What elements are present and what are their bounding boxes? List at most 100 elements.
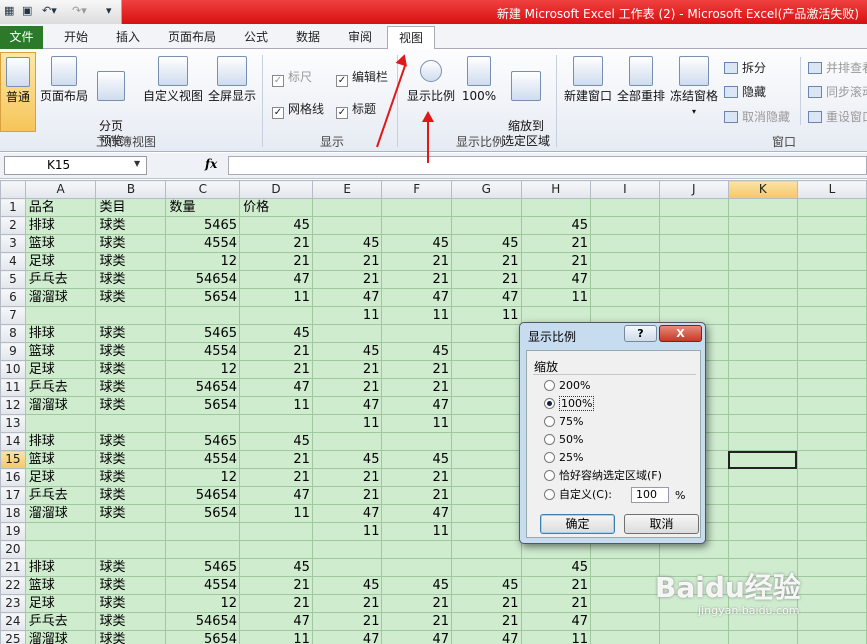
- cell[interactable]: 排球: [24, 558, 97, 577]
- cell[interactable]: 溜溜球: [24, 396, 97, 415]
- cell[interactable]: [796, 612, 867, 631]
- arrange-all-button[interactable]: 全部重排: [615, 56, 667, 104]
- cell[interactable]: [24, 414, 97, 433]
- cell[interactable]: 47: [239, 612, 313, 631]
- cell[interactable]: [727, 540, 798, 559]
- cell[interactable]: 4554: [165, 234, 241, 253]
- cell[interactable]: 球类: [95, 432, 167, 451]
- row-header[interactable]: 6: [0, 288, 26, 307]
- cell[interactable]: [590, 252, 660, 271]
- cell[interactable]: [450, 396, 522, 415]
- cell[interactable]: 21: [520, 234, 592, 253]
- cell[interactable]: 45: [381, 342, 452, 361]
- cell[interactable]: [658, 198, 729, 217]
- insert-function-icon[interactable]: fx: [205, 157, 217, 171]
- cell[interactable]: [590, 198, 660, 217]
- cell[interactable]: [727, 504, 798, 523]
- cell[interactable]: 足球: [24, 468, 97, 487]
- cell[interactable]: 21: [239, 360, 313, 379]
- row-header[interactable]: 25: [0, 630, 26, 644]
- cell[interactable]: 21: [450, 594, 522, 613]
- cell[interactable]: 47: [381, 630, 452, 644]
- cell[interactable]: [727, 630, 798, 644]
- cell[interactable]: [311, 216, 383, 235]
- cell[interactable]: [658, 630, 729, 644]
- radio-fit-selection[interactable]: 恰好容纳选定区域(F): [544, 469, 662, 482]
- split-button[interactable]: 拆分: [724, 60, 766, 76]
- cell[interactable]: 47: [311, 288, 383, 307]
- cell[interactable]: 54654: [165, 486, 241, 505]
- cell[interactable]: [165, 540, 241, 559]
- column-header[interactable]: D: [239, 180, 313, 199]
- cell[interactable]: [381, 540, 452, 559]
- column-header[interactable]: G: [450, 180, 522, 199]
- select-all-corner[interactable]: [0, 180, 26, 199]
- column-header[interactable]: J: [658, 180, 729, 199]
- unhide-button[interactable]: 取消隐藏: [724, 109, 790, 125]
- cell[interactable]: 溜溜球: [24, 630, 97, 644]
- cell[interactable]: 4554: [165, 342, 241, 361]
- cell[interactable]: [727, 270, 798, 289]
- cell[interactable]: 21: [311, 252, 383, 271]
- cell[interactable]: 47: [311, 396, 383, 415]
- radio-75[interactable]: 75%: [544, 415, 583, 428]
- cell[interactable]: 乒乓去: [24, 612, 97, 631]
- cell[interactable]: [727, 450, 798, 469]
- cell[interactable]: 47: [520, 612, 592, 631]
- cell[interactable]: 47: [381, 504, 452, 523]
- cell[interactable]: 4554: [165, 450, 241, 469]
- column-header[interactable]: F: [381, 180, 452, 199]
- cell[interactable]: [95, 540, 167, 559]
- cell[interactable]: 球类: [95, 630, 167, 644]
- cell[interactable]: [796, 216, 867, 235]
- cell[interactable]: 溜溜球: [24, 288, 97, 307]
- sync-scroll-button[interactable]: 同步滚动: [808, 84, 867, 100]
- cell[interactable]: 21: [239, 468, 313, 487]
- cell[interactable]: 11: [239, 630, 313, 644]
- cell[interactable]: 45: [450, 576, 522, 595]
- zoom-100-button[interactable]: 100%: [460, 56, 498, 104]
- column-header[interactable]: H: [520, 180, 592, 199]
- radio-100[interactable]: 100%: [544, 396, 595, 411]
- cell[interactable]: [165, 522, 241, 541]
- cell[interactable]: 21: [311, 486, 383, 505]
- cell[interactable]: [727, 360, 798, 379]
- row-header[interactable]: 12: [0, 396, 26, 415]
- cell[interactable]: 21: [381, 360, 452, 379]
- cell[interactable]: 5654: [165, 504, 241, 523]
- cell[interactable]: 球类: [95, 216, 167, 235]
- cell[interactable]: 排球: [24, 432, 97, 451]
- cell[interactable]: 11: [239, 288, 313, 307]
- cell[interactable]: [165, 414, 241, 433]
- cell[interactable]: 足球: [24, 252, 97, 271]
- cell[interactable]: 45: [381, 234, 452, 253]
- cell[interactable]: [796, 450, 867, 469]
- ok-button[interactable]: 确定: [540, 514, 615, 534]
- cell[interactable]: 11: [450, 306, 522, 325]
- cell[interactable]: [590, 216, 660, 235]
- cell[interactable]: [450, 450, 522, 469]
- cell[interactable]: 47: [450, 630, 522, 644]
- cell[interactable]: 45: [381, 450, 452, 469]
- cell[interactable]: 21: [381, 612, 452, 631]
- cell[interactable]: 溜溜球: [24, 504, 97, 523]
- cell[interactable]: [796, 306, 867, 325]
- undo-icon[interactable]: ↶▾: [42, 4, 57, 17]
- cell[interactable]: 12: [165, 360, 241, 379]
- cell[interactable]: 价格: [239, 198, 313, 217]
- cell[interactable]: [239, 522, 313, 541]
- row-header[interactable]: 18: [0, 504, 26, 523]
- cell[interactable]: [450, 198, 522, 217]
- cell[interactable]: 21: [311, 270, 383, 289]
- cell[interactable]: 球类: [95, 558, 167, 577]
- cell[interactable]: 45: [520, 558, 592, 577]
- cell[interactable]: 球类: [95, 612, 167, 631]
- cell[interactable]: [95, 414, 167, 433]
- column-header[interactable]: E: [311, 180, 383, 199]
- cell[interactable]: [658, 252, 729, 271]
- cell[interactable]: [311, 558, 383, 577]
- radio-25[interactable]: 25%: [544, 451, 583, 464]
- view-side-by-side-button[interactable]: 并排查看: [808, 60, 867, 76]
- cell[interactable]: [590, 234, 660, 253]
- cell[interactable]: 45: [520, 216, 592, 235]
